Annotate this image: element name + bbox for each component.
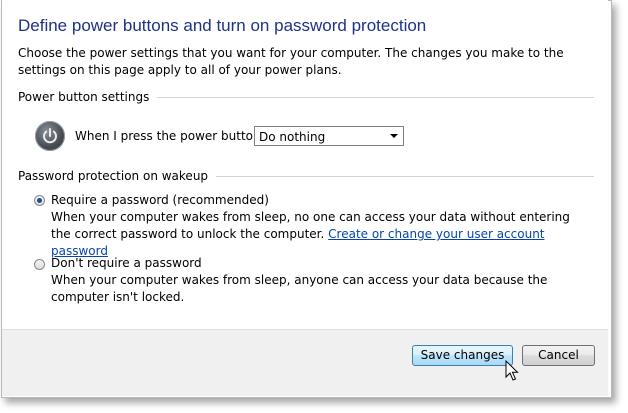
dont-require-password-description: When your computer wakes from sleep, any… (51, 273, 548, 304)
selected-value: Do nothing (259, 130, 326, 144)
power-icon (35, 121, 65, 151)
chevron-down-icon (390, 134, 398, 138)
divider (216, 175, 594, 177)
content-panel: Define power buttons and turn on passwor… (2, 0, 608, 329)
dont-require-password-radio[interactable] (34, 259, 45, 270)
mouse-pointer-icon (505, 359, 519, 385)
cancel-button[interactable]: Cancel (522, 345, 595, 366)
page-title: Define power buttons and turn on passwor… (18, 16, 427, 35)
power-button-label: When I press the power button: (75, 129, 265, 143)
page-description: Choose the power settings that you want … (18, 46, 564, 77)
divider (157, 96, 594, 98)
require-password-radio[interactable] (34, 195, 45, 206)
power-button-action-select[interactable]: Do nothing (254, 126, 404, 146)
power-button-settings-heading: Power button settings (18, 89, 594, 105)
require-password-label[interactable]: Require a password (recommended) (51, 193, 269, 207)
password-protection-heading: Password protection on wakeup (18, 168, 594, 184)
group-label: Password protection on wakeup (18, 169, 209, 183)
dont-require-password-label[interactable]: Don't require a password (51, 256, 202, 270)
save-changes-button[interactable]: Save changes (412, 345, 513, 366)
require-password-description: When your computer wakes from sleep, no … (51, 209, 591, 260)
group-label: Power button settings (18, 90, 150, 104)
